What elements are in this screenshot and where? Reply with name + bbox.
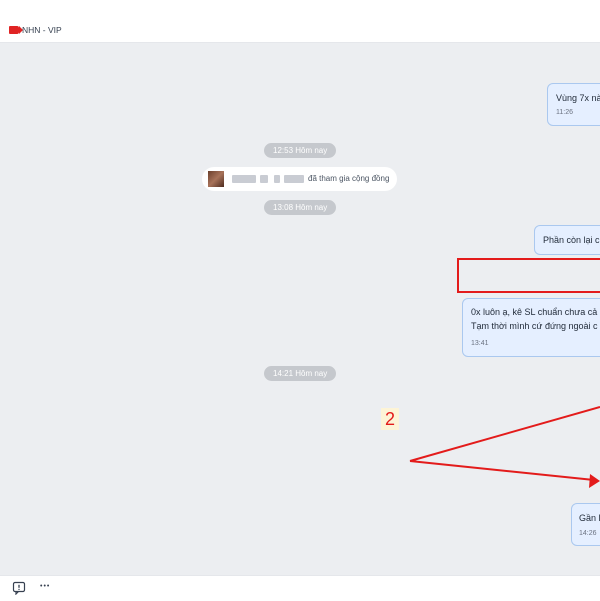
annotation-arrow-right xyxy=(409,460,595,481)
annotation-number: 2 xyxy=(381,408,399,430)
annotation-arrows xyxy=(409,406,600,488)
annotation-arrowhead xyxy=(589,474,600,488)
chat-footer: ••• xyxy=(0,575,600,601)
annotation-arrow-up xyxy=(409,406,600,462)
comment-alert-icon[interactable] xyxy=(12,581,26,596)
more-icon[interactable]: ••• xyxy=(40,580,58,594)
